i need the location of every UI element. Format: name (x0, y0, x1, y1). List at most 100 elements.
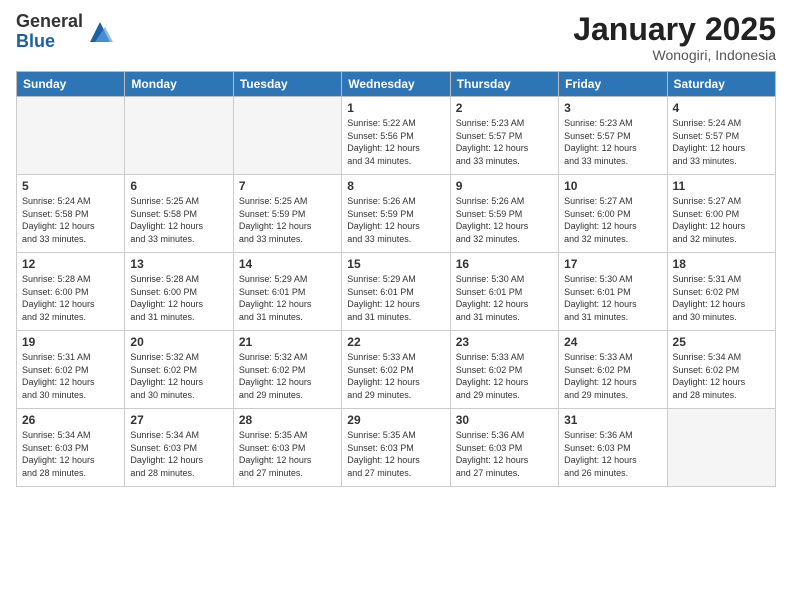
calendar-cell: 24 Sunrise: 5:33 AM Sunset: 6:02 PM Dayli… (559, 331, 667, 409)
day-number: 30 (456, 413, 553, 427)
day-number: 26 (22, 413, 119, 427)
calendar-cell: 30Sunrise: 5:36 AM Sunset: 6:03 PM Dayli… (450, 409, 558, 487)
calendar-cell: 8 Sunrise: 5:26 AM Sunset: 5:59 PM Daylig… (342, 175, 450, 253)
calendar-cell: 31 Sunrise: 5:36 AM Sunset: 6:03 PM Dayli… (559, 409, 667, 487)
calendar-subtitle: Wonogiri, Indonesia (573, 47, 776, 63)
calendar-cell: 25Sunrise: 5:34 AM Sunset: 6:02 PM Dayli… (667, 331, 775, 409)
day-number: 22 (347, 335, 444, 349)
calendar-cell: 22 Sunrise: 5:33 AM Sunset: 6:02 PM Dayli… (342, 331, 450, 409)
day-info: Sunrise: 5:28 AM Sunset: 6:00 PM Dayligh… (130, 273, 227, 323)
page: General Blue January 2025 Wonogiri, Indo… (0, 0, 792, 612)
day-info: Sunrise: 5:33 AM Sunset: 6:02 PM Dayligh… (564, 351, 661, 401)
day-info: Sunrise: 5:26 AM Sunset: 5:59 PM Dayligh… (456, 195, 553, 245)
day-number: 14 (239, 257, 336, 271)
calendar-week-4: 26 Sunrise: 5:34 AM Sunset: 6:03 PM Dayli… (17, 409, 776, 487)
day-number: 29 (347, 413, 444, 427)
calendar-cell: 3Sunrise: 5:23 AM Sunset: 5:57 PM Daylig… (559, 97, 667, 175)
day-info: Sunrise: 5:27 AM Sunset: 6:00 PM Dayligh… (564, 195, 661, 245)
day-info: Sunrise: 5:31 AM Sunset: 6:02 PM Dayligh… (673, 273, 770, 323)
calendar-cell: 13 Sunrise: 5:28 AM Sunset: 6:00 PM Dayli… (125, 253, 233, 331)
day-number: 16 (456, 257, 553, 271)
calendar-cell: 19 Sunrise: 5:31 AM Sunset: 6:02 PM Dayli… (17, 331, 125, 409)
day-number: 31 (564, 413, 661, 427)
day-info: Sunrise: 5:31 AM Sunset: 6:02 PM Dayligh… (22, 351, 119, 401)
day-info: Sunrise: 5:33 AM Sunset: 6:02 PM Dayligh… (456, 351, 553, 401)
calendar-cell (667, 409, 775, 487)
day-info: Sunrise: 5:32 AM Sunset: 6:02 PM Dayligh… (130, 351, 227, 401)
day-info: Sunrise: 5:24 AM Sunset: 5:58 PM Dayligh… (22, 195, 119, 245)
day-number: 2 (456, 101, 553, 115)
day-number: 27 (130, 413, 227, 427)
day-number: 23 (456, 335, 553, 349)
day-number: 1 (347, 101, 444, 115)
day-info: Sunrise: 5:26 AM Sunset: 5:59 PM Dayligh… (347, 195, 444, 245)
day-info: Sunrise: 5:29 AM Sunset: 6:01 PM Dayligh… (347, 273, 444, 323)
header-thursday: Thursday (450, 72, 558, 97)
calendar-cell: 6 Sunrise: 5:25 AM Sunset: 5:58 PM Daylig… (125, 175, 233, 253)
logo-general-text: General (16, 12, 83, 32)
calendar-cell (125, 97, 233, 175)
day-number: 21 (239, 335, 336, 349)
day-number: 11 (673, 179, 770, 193)
day-info: Sunrise: 5:35 AM Sunset: 6:03 PM Dayligh… (347, 429, 444, 479)
day-number: 19 (22, 335, 119, 349)
calendar-week-0: 1 Sunrise: 5:22 AM Sunset: 5:56 PM Daylig… (17, 97, 776, 175)
day-number: 12 (22, 257, 119, 271)
calendar-cell: 5 Sunrise: 5:24 AM Sunset: 5:58 PM Daylig… (17, 175, 125, 253)
day-info: Sunrise: 5:36 AM Sunset: 6:03 PM Dayligh… (564, 429, 661, 479)
day-number: 15 (347, 257, 444, 271)
day-info: Sunrise: 5:27 AM Sunset: 6:00 PM Dayligh… (673, 195, 770, 245)
calendar-cell: 11 Sunrise: 5:27 AM Sunset: 6:00 PM Dayli… (667, 175, 775, 253)
day-number: 20 (130, 335, 227, 349)
header: General Blue January 2025 Wonogiri, Indo… (16, 12, 776, 63)
calendar-cell: 16 Sunrise: 5:30 AM Sunset: 6:01 PM Dayli… (450, 253, 558, 331)
calendar-week-2: 12 Sunrise: 5:28 AM Sunset: 6:00 PM Dayli… (17, 253, 776, 331)
day-info: Sunrise: 5:28 AM Sunset: 6:00 PM Dayligh… (22, 273, 119, 323)
title-section: January 2025 Wonogiri, Indonesia (573, 12, 776, 63)
calendar-cell: 1 Sunrise: 5:22 AM Sunset: 5:56 PM Daylig… (342, 97, 450, 175)
day-number: 17 (564, 257, 661, 271)
day-number: 25 (673, 335, 770, 349)
calendar-cell: 7 Sunrise: 5:25 AM Sunset: 5:59 PM Daylig… (233, 175, 341, 253)
day-info: Sunrise: 5:25 AM Sunset: 5:58 PM Dayligh… (130, 195, 227, 245)
day-info: Sunrise: 5:32 AM Sunset: 6:02 PM Dayligh… (239, 351, 336, 401)
day-info: Sunrise: 5:25 AM Sunset: 5:59 PM Dayligh… (239, 195, 336, 245)
calendar-cell: 15 Sunrise: 5:29 AM Sunset: 6:01 PM Dayli… (342, 253, 450, 331)
day-info: Sunrise: 5:23 AM Sunset: 5:57 PM Dayligh… (564, 117, 661, 167)
day-info: Sunrise: 5:35 AM Sunset: 6:03 PM Dayligh… (239, 429, 336, 479)
calendar-cell: 28 Sunrise: 5:35 AM Sunset: 6:03 PM Dayli… (233, 409, 341, 487)
day-number: 24 (564, 335, 661, 349)
day-number: 8 (347, 179, 444, 193)
calendar-week-1: 5 Sunrise: 5:24 AM Sunset: 5:58 PM Daylig… (17, 175, 776, 253)
header-saturday: Saturday (667, 72, 775, 97)
day-info: Sunrise: 5:22 AM Sunset: 5:56 PM Dayligh… (347, 117, 444, 167)
calendar-cell: 2 Sunrise: 5:23 AM Sunset: 5:57 PM Daylig… (450, 97, 558, 175)
day-number: 7 (239, 179, 336, 193)
calendar-cell: 23 Sunrise: 5:33 AM Sunset: 6:02 PM Dayli… (450, 331, 558, 409)
calendar-cell: 10Sunrise: 5:27 AM Sunset: 6:00 PM Dayli… (559, 175, 667, 253)
day-number: 13 (130, 257, 227, 271)
calendar-table: Sunday Monday Tuesday Wednesday Thursday… (16, 71, 776, 487)
calendar-cell (233, 97, 341, 175)
day-info: Sunrise: 5:33 AM Sunset: 6:02 PM Dayligh… (347, 351, 444, 401)
day-number: 5 (22, 179, 119, 193)
calendar-cell: 27 Sunrise: 5:34 AM Sunset: 6:03 PM Dayli… (125, 409, 233, 487)
calendar-cell: 17 Sunrise: 5:30 AM Sunset: 6:01 PM Dayli… (559, 253, 667, 331)
day-number: 6 (130, 179, 227, 193)
day-info: Sunrise: 5:34 AM Sunset: 6:03 PM Dayligh… (130, 429, 227, 479)
header-wednesday: Wednesday (342, 72, 450, 97)
day-number: 4 (673, 101, 770, 115)
calendar-cell: 29 Sunrise: 5:35 AM Sunset: 6:03 PM Dayli… (342, 409, 450, 487)
header-sunday: Sunday (17, 72, 125, 97)
day-info: Sunrise: 5:30 AM Sunset: 6:01 PM Dayligh… (456, 273, 553, 323)
calendar-cell: 9 Sunrise: 5:26 AM Sunset: 5:59 PM Daylig… (450, 175, 558, 253)
day-number: 28 (239, 413, 336, 427)
logo: General Blue (16, 12, 115, 52)
calendar-cell: 20 Sunrise: 5:32 AM Sunset: 6:02 PM Dayli… (125, 331, 233, 409)
day-info: Sunrise: 5:23 AM Sunset: 5:57 PM Dayligh… (456, 117, 553, 167)
day-info: Sunrise: 5:30 AM Sunset: 6:01 PM Dayligh… (564, 273, 661, 323)
header-friday: Friday (559, 72, 667, 97)
day-number: 9 (456, 179, 553, 193)
day-info: Sunrise: 5:24 AM Sunset: 5:57 PM Dayligh… (673, 117, 770, 167)
logo-icon (85, 17, 115, 47)
